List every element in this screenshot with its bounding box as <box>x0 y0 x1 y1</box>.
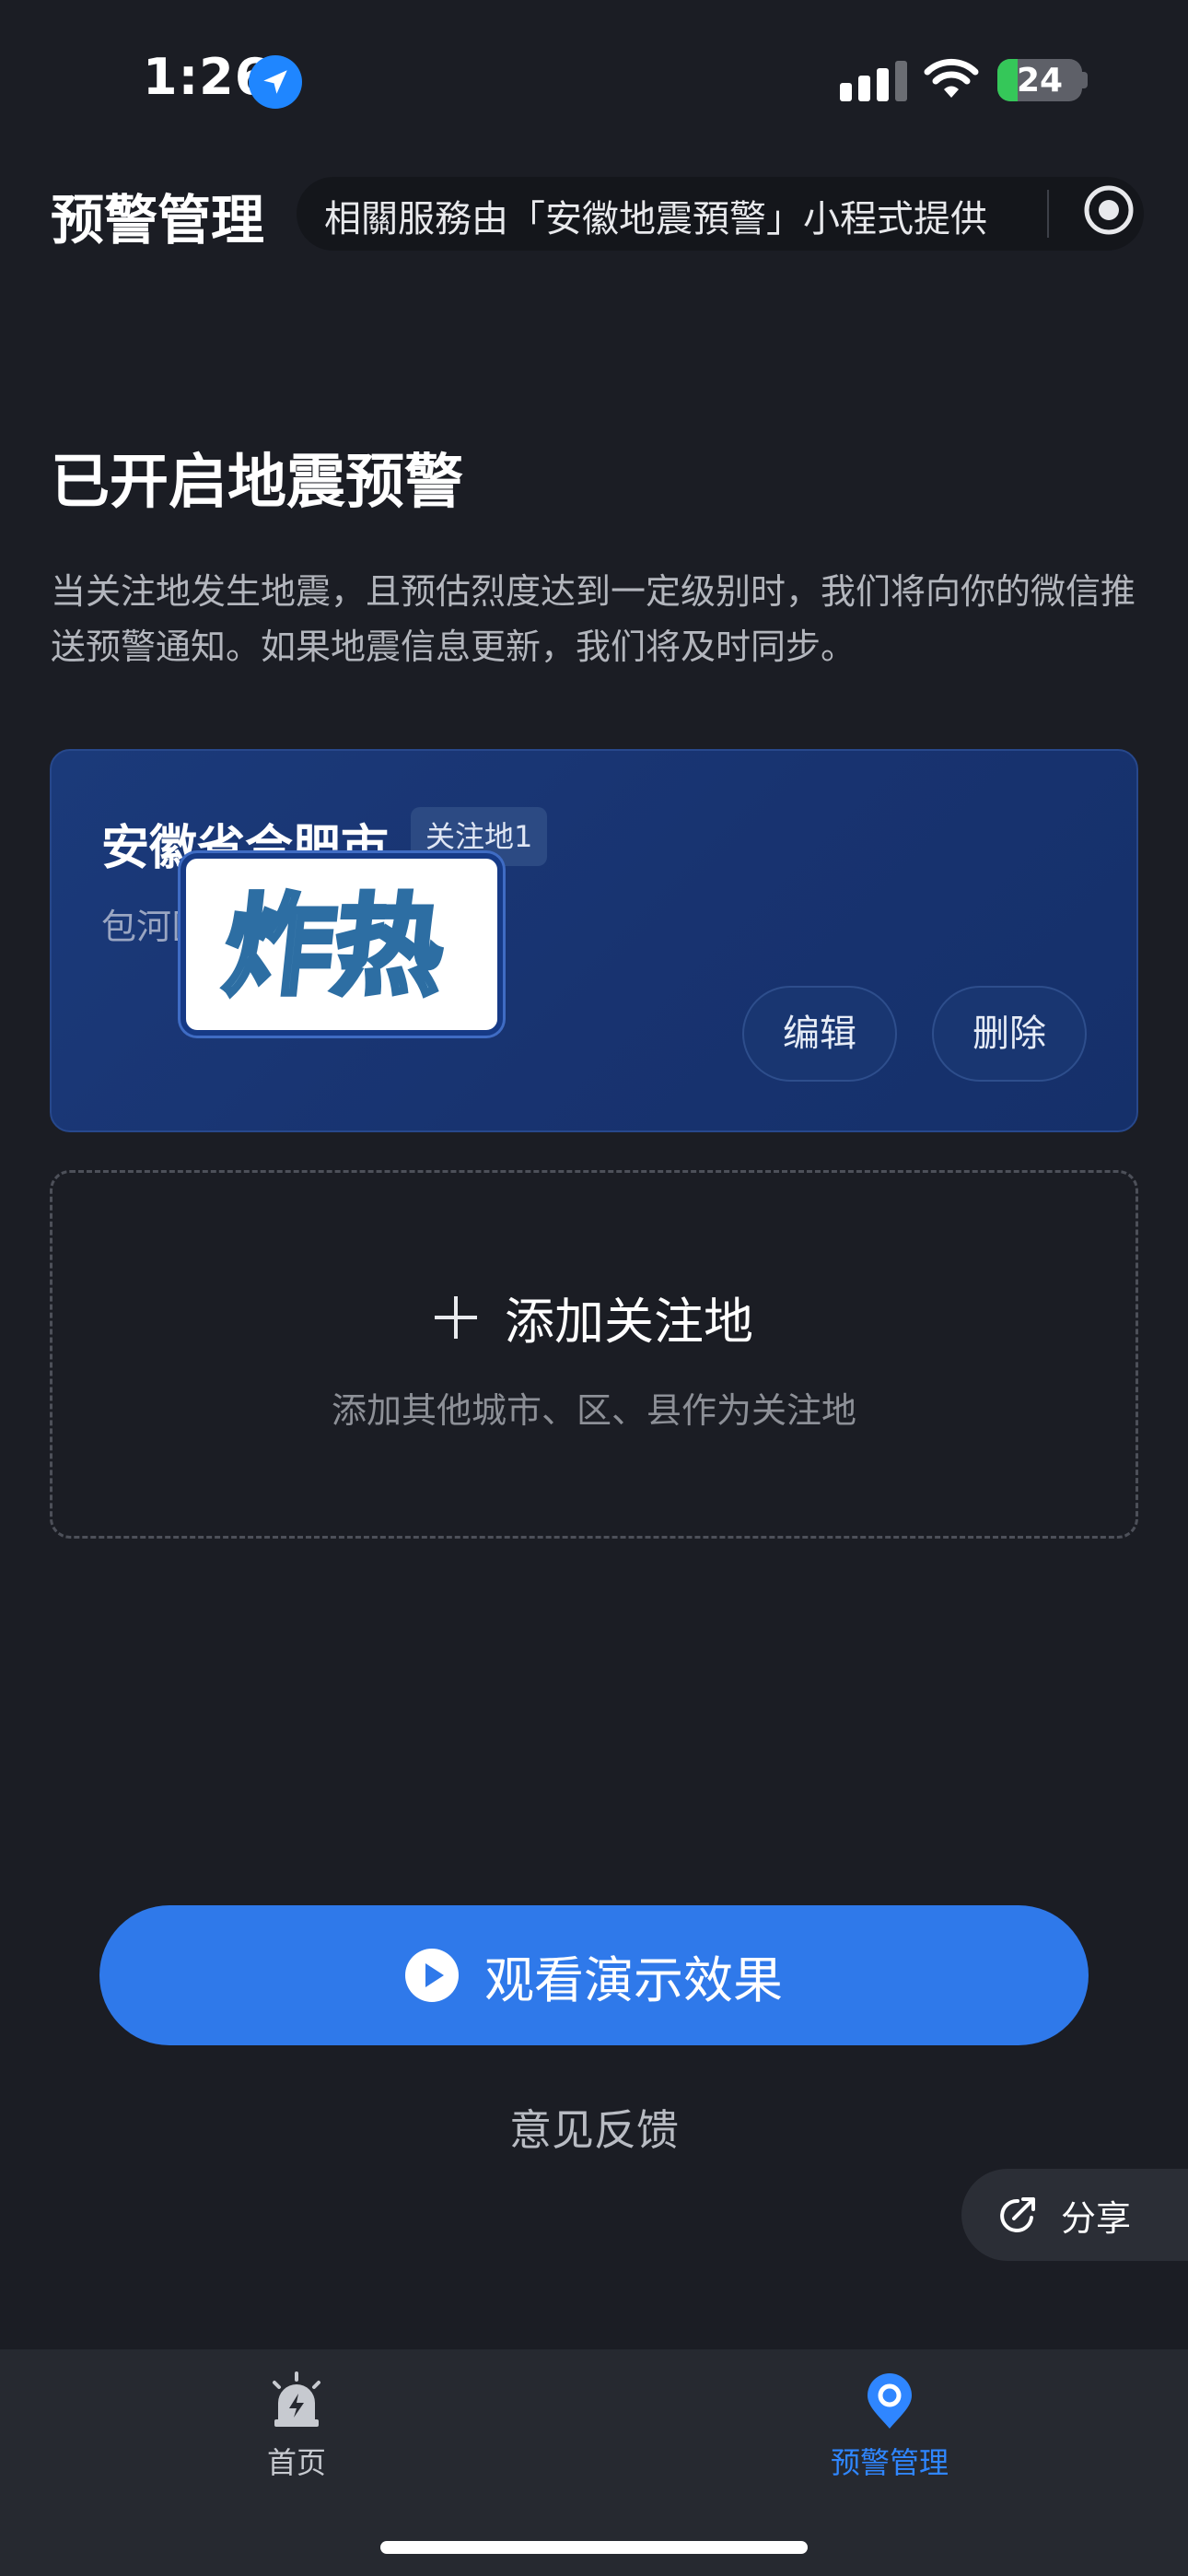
add-location-row: 添加关注地 <box>0 1281 1188 1353</box>
share-button[interactable]: 分享 <box>961 2169 1188 2261</box>
tab-alert-management-label: 预警管理 <box>830 2445 949 2480</box>
tab-alert-management[interactable]: 预警管理 <box>751 2371 1028 2482</box>
sticker-image: 炸热 <box>181 853 503 1036</box>
page-title: 预警管理 <box>51 189 265 252</box>
battery-charging-icon: 24 <box>997 59 1082 101</box>
add-location-label: 添加关注地 <box>505 1293 753 1351</box>
battery-nub <box>1082 72 1088 88</box>
add-location-hint: 添加其他城市、区、县作为关注地 <box>331 1390 856 1431</box>
battery-level-text: 24 <box>1016 61 1064 100</box>
sticker-text: 炸热 <box>219 883 449 1010</box>
delete-button[interactable]: 删除 <box>932 986 1087 1082</box>
home-indicator <box>380 2541 808 2554</box>
section-description: 当关注地发生地震，且预估烈度达到一定级别时，我们将向你的微信推送预警通知。如果地… <box>51 571 1136 667</box>
sticker-lettering: 炸热 <box>216 881 451 1013</box>
feedback-link[interactable]: 意见反馈 <box>0 2097 1188 2158</box>
watch-demo-label: 观看演示效果 <box>484 1950 783 2009</box>
play-icon <box>405 1949 459 2002</box>
location-pin-icon <box>868 2373 912 2429</box>
wifi-icon <box>924 58 979 98</box>
edit-button[interactable]: 编辑 <box>742 986 897 1082</box>
watch-demo-button[interactable]: 观看演示效果 <box>99 1905 1089 2045</box>
add-location-card[interactable] <box>50 1170 1138 1539</box>
target-icon[interactable] <box>1081 182 1136 238</box>
signal-icon <box>840 61 907 101</box>
plus-icon <box>435 1295 477 1339</box>
service-notice-text: 相關服務由「安徽地震預警」小程式提供 <box>324 198 987 240</box>
share-label: 分享 <box>1061 2197 1132 2239</box>
tab-home[interactable]: 首页 <box>158 2371 435 2482</box>
tab-home-label: 首页 <box>266 2445 326 2480</box>
location-arrow-icon <box>249 55 302 109</box>
alarm-siren-icon <box>273 2371 320 2427</box>
section-title: 已开启地震预警 <box>51 449 463 517</box>
share-icon <box>1000 2197 1035 2232</box>
capsule-divider <box>1047 190 1049 238</box>
